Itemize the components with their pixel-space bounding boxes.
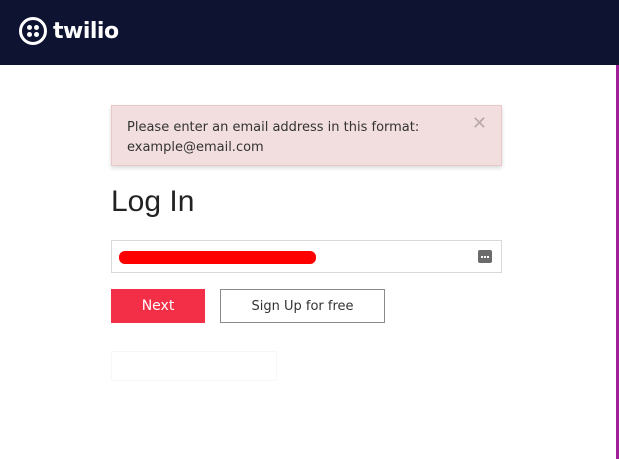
redacted-email-value: [119, 251, 316, 264]
alert-message: Please enter an email address in this fo…: [127, 120, 420, 155]
close-icon[interactable]: ✕: [472, 113, 487, 134]
password-manager-icon[interactable]: [478, 250, 492, 263]
placeholder-widget: [111, 351, 277, 381]
error-alert: Please enter an email address in this fo…: [111, 105, 502, 166]
twilio-logo[interactable]: twilio: [19, 15, 119, 47]
brand-name: twilio: [53, 18, 119, 44]
top-nav-bar: twilio: [0, 0, 619, 65]
twilio-logo-icon: [19, 17, 47, 45]
signup-button[interactable]: Sign Up for free: [220, 289, 385, 323]
next-button[interactable]: Next: [111, 289, 205, 323]
page-title: Log In: [111, 185, 195, 218]
email-field-wrapper: [111, 240, 502, 273]
